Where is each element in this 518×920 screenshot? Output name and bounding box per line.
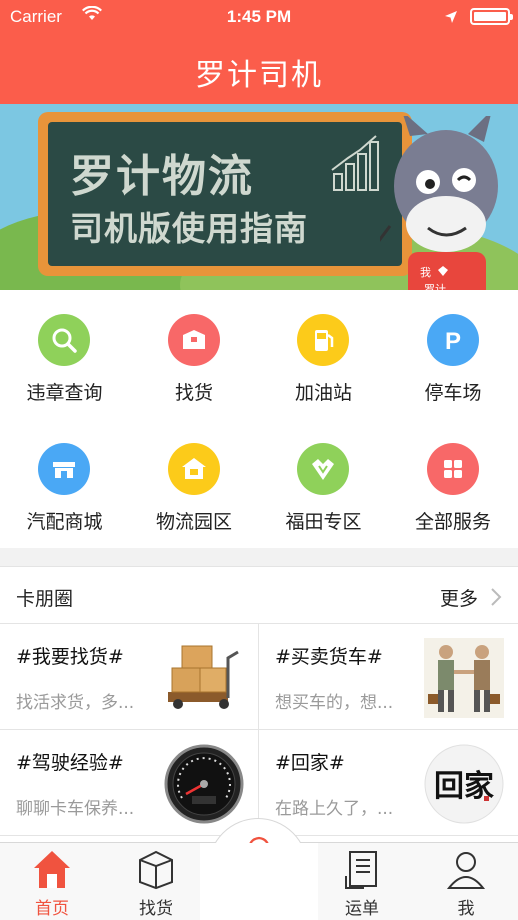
boxes-thumb [168, 645, 239, 709]
svg-text:罗计: 罗计 [424, 283, 446, 290]
service-label: 停车场 [424, 382, 482, 404]
battery-icon [470, 8, 513, 25]
banner-subheadline: 司机版使用指南 [70, 209, 308, 248]
page-title: 罗计司机 [195, 58, 323, 93]
tab-waybill[interactable]: 运单 [312, 843, 412, 920]
waybill-icon [345, 851, 377, 889]
clock: 1:45 PM [226, 7, 292, 26]
topic-desc: 聊聊卡车保养... [16, 799, 135, 819]
service-label: 违章查询 [26, 382, 103, 404]
topic-title: #买卖货车# [275, 646, 383, 668]
foton-icon [297, 443, 349, 495]
svg-text:P: P [444, 328, 460, 355]
location-arrow-icon [444, 9, 458, 29]
package-icon [139, 850, 173, 890]
tab-find-cargo[interactable]: 找货 [106, 843, 206, 920]
topic-title: #驾驶经验# [16, 752, 124, 774]
topic-card-find-cargo[interactable]: #我要找货# 找活求货，多... [0, 624, 259, 730]
promo-banner[interactable]: 罗计物流 司机版使用指南 我 罗计 [0, 104, 518, 290]
community-title: 卡朋圈 [16, 588, 74, 610]
warehouse-icon [167, 443, 220, 495]
service-item[interactable]: 福田专区 [259, 419, 388, 548]
tab-label: 首页 [35, 899, 69, 919]
service-item[interactable]: 全部服务 [389, 419, 518, 548]
service-label: 福田专区 [285, 511, 362, 533]
services-grid: 违章查询 找货 加油站 P 停车场汽配商城 物流园区 福田专区 全部服务 [0, 290, 518, 548]
parking-icon: P [426, 314, 479, 366]
user-icon [446, 852, 486, 889]
grid-icon [426, 443, 479, 495]
service-label: 找货 [174, 382, 213, 404]
more-link[interactable]: 更多 [440, 584, 478, 611]
tab-home[interactable]: 首页 [2, 843, 102, 920]
donkey-mascot: 我 罗计 [380, 116, 498, 290]
topic-card-going-home[interactable]: #回家# 在路上久了，... 回家 [259, 730, 518, 836]
service-item[interactable]: P 停车场 [389, 290, 518, 419]
status-bar: Carrier 1:45 PM [0, 0, 518, 34]
topic-desc: 找活求货，多... [16, 693, 135, 713]
calligraphy-thumb: 回家 [424, 744, 504, 824]
service-label: 物流园区 [155, 511, 232, 533]
topic-desc: 在路上久了，... [275, 799, 394, 819]
handshake-thumb [424, 638, 504, 718]
community-header[interactable]: 卡朋圈 更多 [0, 566, 518, 624]
tab-label: 运单 [345, 899, 379, 919]
search-icon [38, 314, 90, 366]
tab-label: 我 [457, 899, 475, 919]
speedometer-thumb [164, 744, 244, 824]
topic-desc: 想买车的，想... [275, 693, 394, 713]
service-item[interactable]: 违章查询 [0, 290, 129, 419]
fuel-icon [297, 314, 349, 366]
service-label: 加油站 [294, 382, 352, 404]
home-icon [34, 851, 70, 888]
banner-headline: 罗计物流 [70, 151, 254, 202]
tab-label: 找货 [139, 899, 173, 919]
service-item[interactable]: 找货 [130, 290, 259, 419]
topic-title: #我要找货# [16, 646, 124, 668]
community-section: 卡朋圈 更多 #我要找货# 找活求货，多... #买卖货车# 想买车的，想...… [0, 566, 518, 842]
bar-chart-doodle-icon [331, 135, 379, 191]
service-item[interactable]: 物流园区 [130, 419, 259, 548]
service-item[interactable]: 汽配商城 [0, 419, 129, 548]
svg-text:我: 我 [420, 266, 431, 279]
tab-me[interactable]: 我 [416, 843, 516, 920]
topic-card-driving-experience[interactable]: #驾驶经验# 聊聊卡车保养... [0, 730, 259, 836]
service-label: 全部服务 [414, 511, 491, 533]
store-icon [38, 443, 90, 495]
chevron-right-icon[interactable] [490, 587, 502, 607]
top-bar: Carrier 1:45 PM 罗计司机 [0, 0, 518, 104]
service-label: 汽配商城 [26, 511, 103, 533]
center-tab-backdrop [200, 843, 318, 920]
service-item[interactable]: 加油站 [259, 290, 388, 419]
box-icon [167, 314, 220, 366]
topic-title: #回家# [275, 752, 345, 774]
topic-card-trade-trucks[interactable]: #买卖货车# 想买车的，想... [259, 624, 518, 730]
